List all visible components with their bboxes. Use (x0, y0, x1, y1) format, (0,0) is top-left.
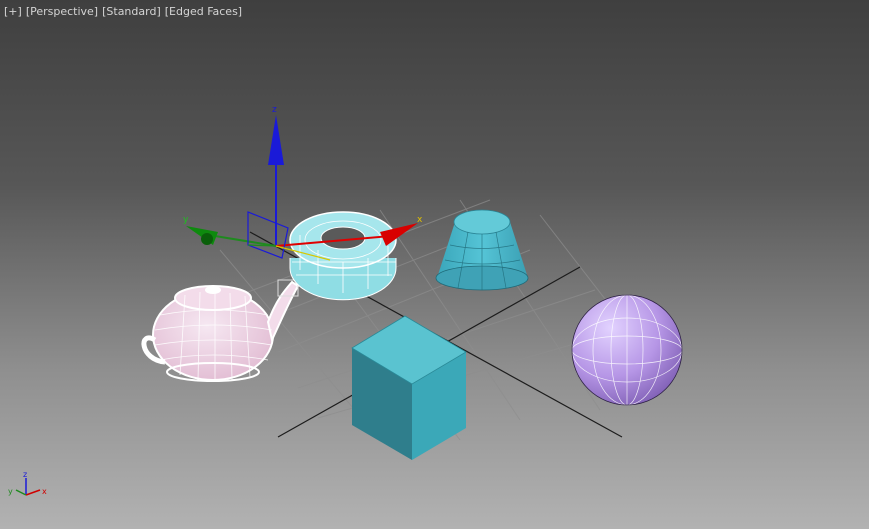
perspective-viewport[interactable]: z x y z x y [+] [Perspective] [Standard]… (0, 0, 869, 529)
viewport-label-bar: [+] [Perspective] [Standard] [Edged Face… (4, 5, 242, 19)
perspective-view-label[interactable]: [Perspective] (26, 5, 98, 19)
box-object[interactable] (351, 315, 467, 460)
axis-triad: z x y (8, 470, 47, 496)
gizmo-z-label: z (272, 105, 277, 115)
standard-shading-label[interactable]: [Standard] (102, 5, 161, 19)
gizmo-z-arrow (268, 115, 284, 165)
torus-object[interactable] (289, 211, 397, 301)
edged-faces-label[interactable]: [Edged Faces] (165, 5, 242, 19)
teapot-object[interactable] (141, 279, 300, 382)
triad-y-label: y (8, 487, 13, 496)
gizmo-x-label: x (417, 215, 423, 225)
sphere-object[interactable] (571, 294, 683, 406)
plus-menu-label[interactable]: [+] (4, 5, 22, 19)
triad-x-label: x (42, 487, 47, 496)
gizmo-y-label: y (183, 215, 189, 225)
cone-object[interactable] (435, 209, 529, 291)
triad-z-label: z (23, 470, 27, 479)
scene-canvas[interactable]: z x y z x y (0, 0, 869, 529)
